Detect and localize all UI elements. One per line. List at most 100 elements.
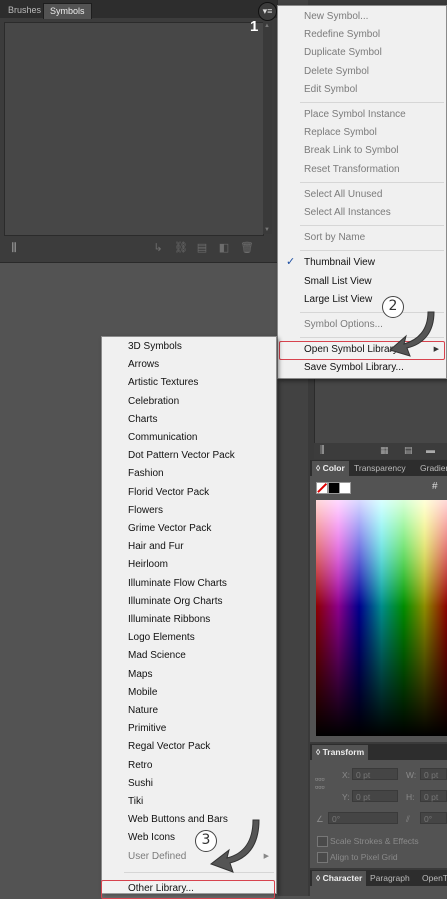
library-item-label: Fashion — [128, 468, 164, 480]
tab-paragraph[interactable]: Paragraph — [366, 871, 414, 886]
library-item-hair-and-fur[interactable]: Hair and Fur — [102, 538, 276, 555]
library-item-regal-vector-pack[interactable]: Regal Vector Pack — [102, 738, 276, 755]
w-field[interactable]: 0 pt — [420, 768, 447, 780]
tab-transform[interactable]: ◊ Transform — [312, 745, 369, 760]
library-icon[interactable]: ⫼ — [8, 242, 20, 254]
none-swatch[interactable] — [316, 482, 328, 494]
tab-gradient[interactable]: Gradient — [416, 461, 447, 476]
library-item-logo-elements[interactable]: Logo Elements — [102, 629, 276, 646]
panel-menu-button[interactable]: ▾≡ — [258, 2, 277, 21]
library-item-tiki[interactable]: Tiki — [102, 793, 276, 810]
tab-symbols[interactable]: Symbols — [43, 3, 92, 19]
library-item-primitive[interactable]: Primitive — [102, 720, 276, 737]
list-view-icon[interactable]: ▤ — [404, 445, 413, 456]
library-item-dot-pattern-vector-pack[interactable]: Dot Pattern Vector Pack — [102, 447, 276, 464]
library-item-label: Hair and Fur — [128, 541, 184, 553]
library-item-sushi[interactable]: Sushi — [102, 775, 276, 792]
library-item-illuminate-flow-charts[interactable]: Illuminate Flow Charts — [102, 575, 276, 592]
library-item-flowers[interactable]: Flowers — [102, 502, 276, 519]
menu-item-break-link-to-symbol[interactable]: Break Link to Symbol — [278, 142, 446, 159]
menu-separator — [300, 181, 444, 183]
place-icon[interactable]: ↳ — [152, 242, 164, 254]
symbols-scrollbar[interactable]: ▲ ▼ — [263, 22, 272, 234]
library-item-label: Communication — [128, 432, 198, 443]
menu-item-reset-transformation[interactable]: Reset Transformation — [278, 161, 446, 178]
options-icon[interactable]: ▤ — [196, 242, 208, 254]
library-item-label: Nature — [128, 705, 159, 716]
library-item-mobile[interactable]: Mobile — [102, 684, 276, 701]
w-label: W: — [406, 770, 417, 780]
tab-color-label: Color — [322, 463, 345, 473]
library-item-label: Celebration — [128, 395, 180, 407]
menu-item-replace-symbol[interactable]: Replace Symbol — [278, 124, 446, 141]
menu-item-select-all-instances[interactable]: Select All Instances — [278, 204, 446, 221]
menu-item-new-symbol[interactable]: New Symbol... — [278, 8, 446, 25]
library-item-artistic-textures[interactable]: Artistic Textures — [102, 374, 276, 391]
y-field[interactable]: 0 pt — [352, 790, 398, 802]
menu-item-thumbnail-view[interactable]: Thumbnail View ✓ — [278, 254, 446, 271]
x-label: X: — [342, 770, 351, 780]
tab-character[interactable]: ◊ Character — [312, 871, 367, 886]
library-item-other-library[interactable]: Other Library... — [102, 880, 276, 897]
library-icon[interactable]: ⫼ — [320, 445, 325, 456]
scale-strokes-checkbox[interactable] — [317, 836, 328, 847]
panel-tab-bar: Brushes Symbols — [0, 0, 277, 19]
library-item-illuminate-org-charts[interactable]: Illuminate Org Charts — [102, 593, 276, 610]
library-item-label: Mobile — [128, 686, 158, 698]
library-item-charts[interactable]: Charts — [102, 411, 276, 428]
align-pixel-checkbox[interactable] — [317, 852, 328, 863]
scale-strokes-label: Scale Strokes & Effects — [330, 836, 419, 846]
library-item-label: Maps — [128, 668, 153, 680]
white-swatch[interactable] — [339, 482, 351, 494]
symbols-panel: Brushes Symbols ▲ ▼ ⫼ ↳ ⛓ ▤ ◧ 🗑 — [0, 0, 278, 263]
scroll-down-icon[interactable]: ▼ — [264, 227, 270, 233]
library-item-mad-science[interactable]: Mad Science — [102, 647, 276, 664]
library-item-communication[interactable]: Communication — [102, 429, 276, 446]
menu-item-small-list-view[interactable]: Small List View — [278, 273, 446, 290]
library-item-label: Sushi — [128, 777, 154, 789]
delete-icon[interactable]: 🗑 — [240, 242, 254, 254]
menu-item-save-symbol-library[interactable]: Save Symbol Library... — [278, 359, 446, 376]
h-field[interactable]: 0 pt — [420, 790, 447, 802]
new-icon[interactable]: ◧ — [218, 242, 230, 254]
menu-item-duplicate-symbol[interactable]: Duplicate Symbol — [278, 44, 446, 61]
menu-item-edit-symbol[interactable]: Edit Symbol — [278, 81, 446, 98]
reference-point-icon[interactable]: ▫▫▫ ▫▫▫ — [315, 775, 331, 792]
tab-color[interactable]: ◊ Color — [312, 461, 349, 476]
library-item-celebration[interactable]: Celebration — [102, 393, 276, 410]
menu-item-sort-by-name[interactable]: Sort by Name — [278, 229, 446, 246]
library-item-grime-vector-pack[interactable]: Grime Vector Pack — [102, 520, 276, 537]
scroll-up-icon[interactable]: ▲ — [264, 23, 270, 29]
menu-item-place-symbol-instance[interactable]: Place Symbol Instance — [278, 106, 446, 123]
library-item-3d-symbols[interactable]: 3D Symbols — [102, 338, 276, 355]
menu-item-large-list-view[interactable]: Large List View — [278, 291, 446, 308]
grid-view-icon[interactable]: ▦ — [380, 445, 389, 456]
folder-icon[interactable]: ▬ — [426, 445, 435, 455]
tab-brushes[interactable]: Brushes — [2, 3, 47, 18]
menu-item-label: Small List View — [304, 275, 372, 287]
symbols-grid[interactable] — [4, 22, 264, 236]
library-item-maps[interactable]: Maps — [102, 666, 276, 683]
library-item-florid-vector-pack[interactable]: Florid Vector Pack — [102, 484, 276, 501]
library-item-illuminate-ribbons[interactable]: Illuminate Ribbons — [102, 611, 276, 628]
color-spectrum-overlay — [316, 500, 447, 736]
library-item-retro[interactable]: Retro — [102, 757, 276, 774]
x-field[interactable]: 0 pt — [352, 768, 398, 780]
rotate-field[interactable]: 0° — [328, 812, 398, 824]
menu-item-label: Select All Unused — [304, 188, 383, 200]
library-item-heirloom[interactable]: Heirloom — [102, 556, 276, 573]
menu-item-select-all-unused[interactable]: Select All Unused — [278, 186, 446, 203]
checkmark-icon: ✓ — [286, 256, 296, 269]
menu-item-delete-symbol[interactable]: Delete Symbol — [278, 63, 446, 80]
library-item-arrows[interactable]: Arrows — [102, 356, 276, 373]
tab-transparency[interactable]: Transparency — [350, 461, 410, 476]
break-link-icon[interactable]: ⛓ — [174, 242, 188, 254]
library-item-nature[interactable]: Nature — [102, 702, 276, 719]
menu-item-redefine-symbol[interactable]: Redefine Symbol — [278, 26, 446, 43]
menu-separator — [300, 225, 444, 227]
tab-opentype[interactable]: OpenType — [418, 871, 447, 886]
menu-item-label: Thumbnail View — [304, 257, 375, 269]
library-item-fashion[interactable]: Fashion — [102, 465, 276, 482]
shear-field[interactable]: 0° — [420, 812, 447, 824]
library-panel-area — [314, 376, 447, 444]
